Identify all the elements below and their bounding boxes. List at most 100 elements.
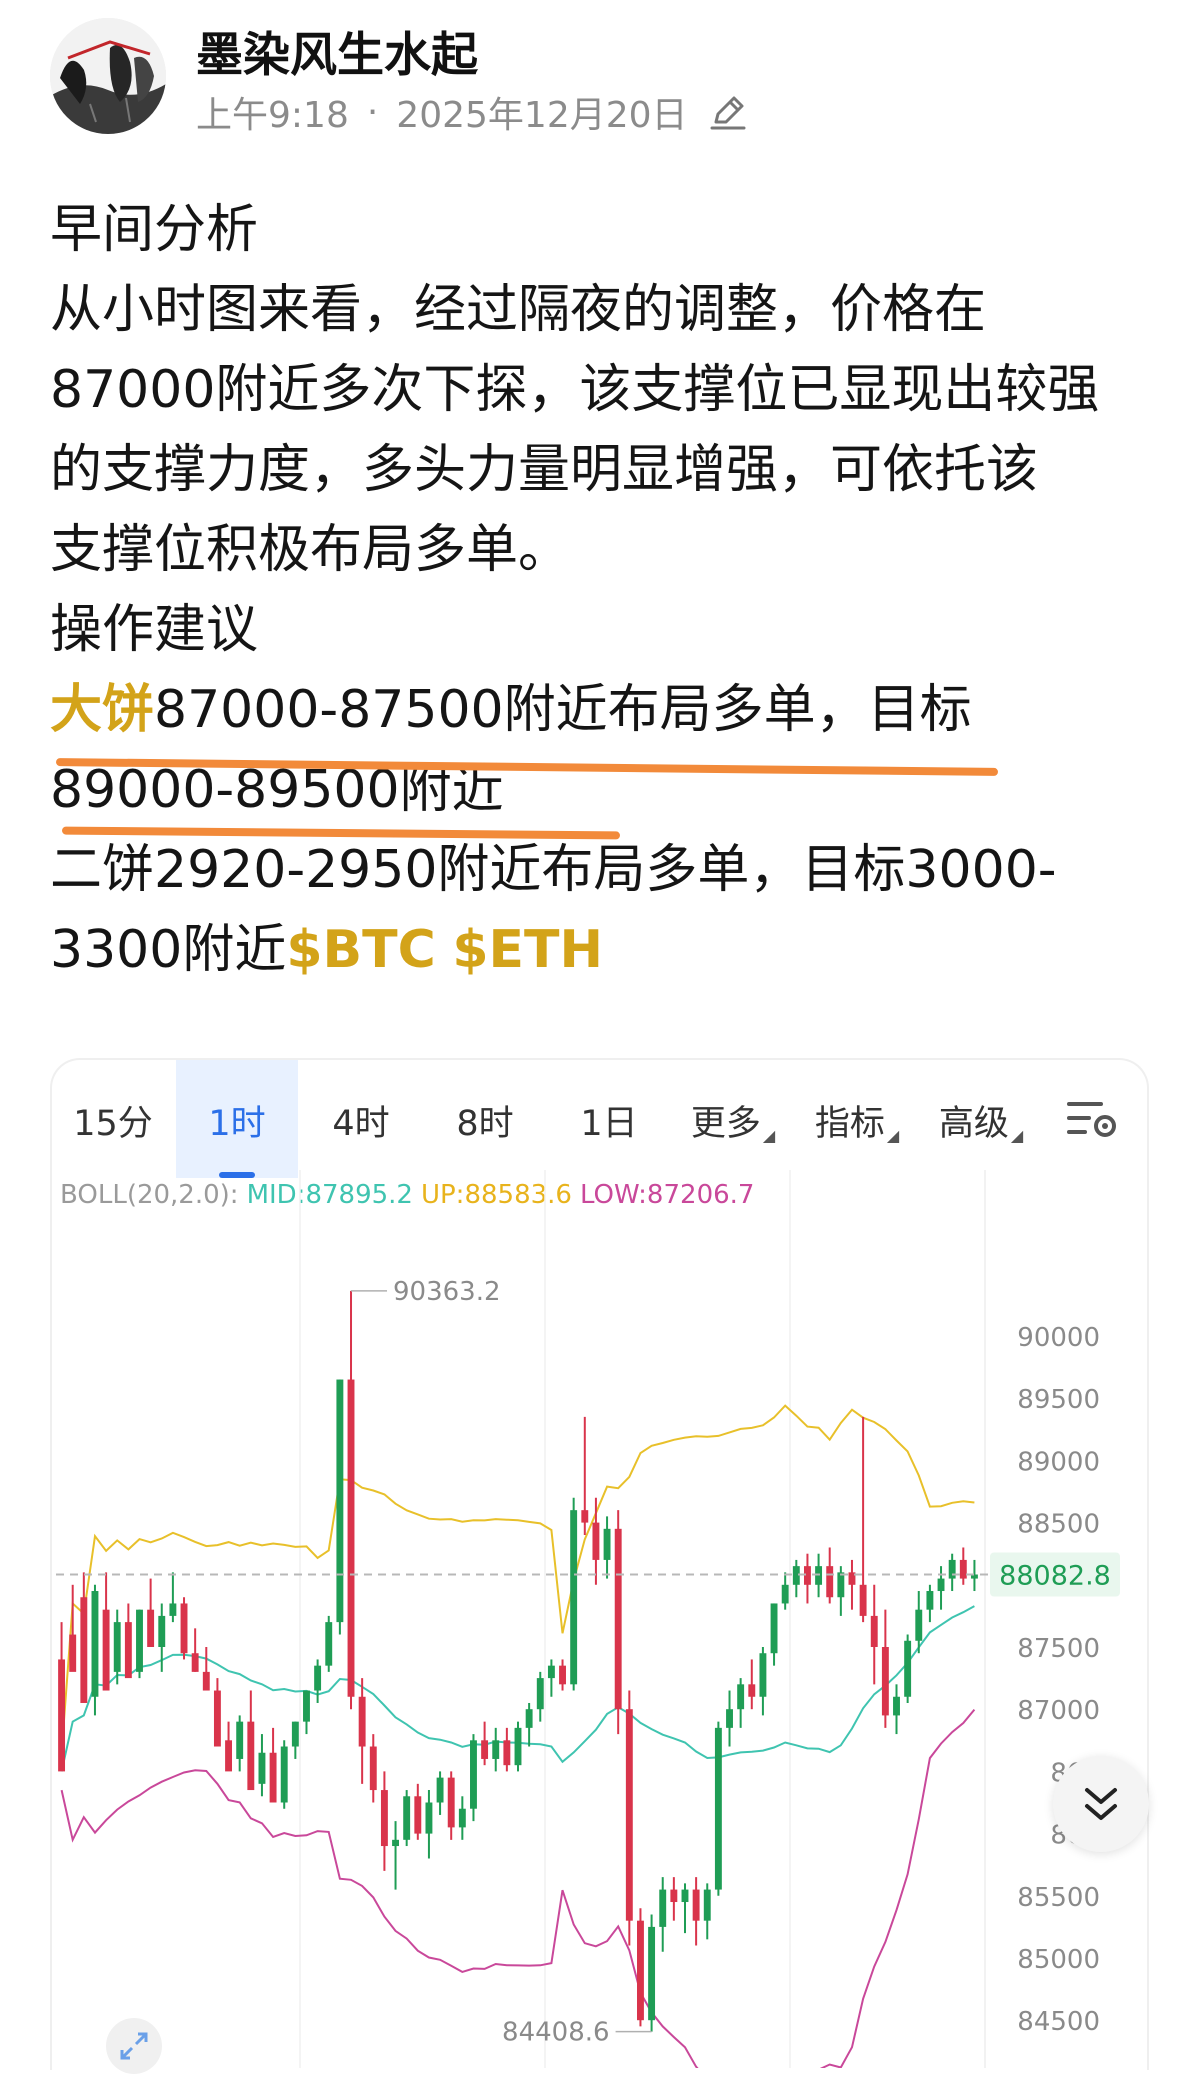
candle — [113, 1609, 121, 1685]
candle-body — [458, 1808, 466, 1828]
candle-body — [158, 1615, 166, 1647]
candle-body — [314, 1665, 322, 1691]
candle — [503, 1727, 511, 1772]
candle-body — [325, 1622, 333, 1666]
y-axis-tick-label: 88500 — [1017, 1510, 1100, 1540]
candle-body — [213, 1690, 221, 1747]
candle-body — [659, 1889, 667, 1927]
candle-body — [291, 1721, 299, 1747]
candle-body — [581, 1510, 589, 1523]
candle-body — [703, 1889, 711, 1921]
candle — [213, 1678, 221, 1747]
candle — [937, 1566, 945, 1610]
candle — [236, 1715, 244, 1772]
candle — [659, 1877, 667, 1952]
expand-arrows-icon[interactable] — [106, 2018, 162, 2074]
candle-body — [347, 1379, 355, 1697]
candle-body — [692, 1889, 700, 1921]
candle — [169, 1572, 177, 1623]
candle-body — [280, 1746, 288, 1803]
candle — [525, 1702, 533, 1747]
candle-body — [436, 1777, 444, 1803]
candle — [692, 1877, 700, 1946]
candle — [514, 1721, 522, 1772]
candle-body — [225, 1740, 233, 1772]
candle — [726, 1690, 733, 1747]
candle-body — [525, 1709, 533, 1728]
candle-body — [737, 1684, 745, 1710]
candle — [358, 1678, 366, 1784]
candle — [614, 1510, 622, 1735]
candle-body — [269, 1752, 277, 1803]
candle — [737, 1678, 745, 1728]
low-price-label: 84408.6 — [502, 2018, 610, 2048]
candle-body — [881, 1647, 889, 1716]
candle-body — [191, 1653, 199, 1672]
candle-body — [414, 1796, 422, 1834]
candle — [247, 1690, 255, 1791]
candle — [347, 1290, 355, 1710]
candle-body — [603, 1528, 611, 1560]
candle — [770, 1603, 778, 1666]
candle-body — [124, 1622, 132, 1679]
candle-body — [481, 1740, 489, 1759]
candle — [336, 1379, 344, 1635]
candle — [225, 1721, 233, 1772]
candle — [603, 1516, 611, 1579]
candle — [581, 1416, 589, 1536]
candle-body — [136, 1609, 143, 1672]
candle-body — [169, 1603, 177, 1616]
candle-body — [681, 1889, 689, 1903]
candle — [392, 1821, 399, 1890]
candle — [481, 1721, 489, 1766]
candle-body — [102, 1609, 110, 1691]
y-axis-tick-label: 85000 — [1017, 1945, 1100, 1975]
candle — [625, 1690, 633, 1946]
candle-body — [258, 1752, 266, 1784]
candle-body — [915, 1609, 923, 1641]
candle — [848, 1559, 856, 1610]
candle-body — [425, 1802, 433, 1834]
candles — [58, 1290, 978, 2032]
candle — [670, 1877, 678, 1921]
candle-body — [770, 1603, 778, 1654]
candle — [648, 1914, 656, 2032]
candle-body — [470, 1740, 477, 1809]
candle — [436, 1771, 444, 1815]
candle-body — [748, 1684, 756, 1697]
candle — [536, 1671, 544, 1722]
candle — [681, 1883, 689, 1934]
double-chevron-down-icon — [1085, 1788, 1117, 1820]
candle-body — [180, 1603, 188, 1654]
candle-body — [570, 1510, 578, 1685]
candle-body — [948, 1559, 956, 1579]
candle — [303, 1690, 310, 1735]
candle — [124, 1603, 132, 1679]
candle-body — [447, 1777, 455, 1828]
candle-body — [202, 1671, 210, 1691]
scroll-down-button[interactable] — [1053, 1756, 1149, 1852]
y-axis-tick-label: 90000 — [1017, 1323, 1100, 1353]
candle-body — [358, 1696, 366, 1747]
candle — [447, 1771, 455, 1840]
candle-body — [781, 1584, 789, 1604]
candle-body — [236, 1721, 244, 1759]
candle — [492, 1727, 500, 1772]
candle — [592, 1497, 600, 1585]
candle-body — [547, 1665, 555, 1679]
candle-body — [592, 1522, 600, 1560]
candle-body — [80, 1597, 88, 1703]
candle-body — [58, 1659, 66, 1772]
candle — [180, 1597, 188, 1660]
candle — [792, 1559, 800, 1598]
candle-body — [648, 1926, 656, 2021]
candle — [191, 1628, 199, 1672]
current-price-label: 88082.8 — [999, 1560, 1111, 1591]
candle — [403, 1790, 411, 1847]
candle-body — [303, 1690, 310, 1722]
y-axis-tick-label: 85500 — [1017, 1883, 1100, 1913]
candle-body — [637, 1920, 644, 2021]
candlestick-chart[interactable]: 9000089500890008850087500870008658608550… — [0, 0, 1199, 2068]
candle — [881, 1609, 889, 1728]
candle — [458, 1796, 466, 1840]
